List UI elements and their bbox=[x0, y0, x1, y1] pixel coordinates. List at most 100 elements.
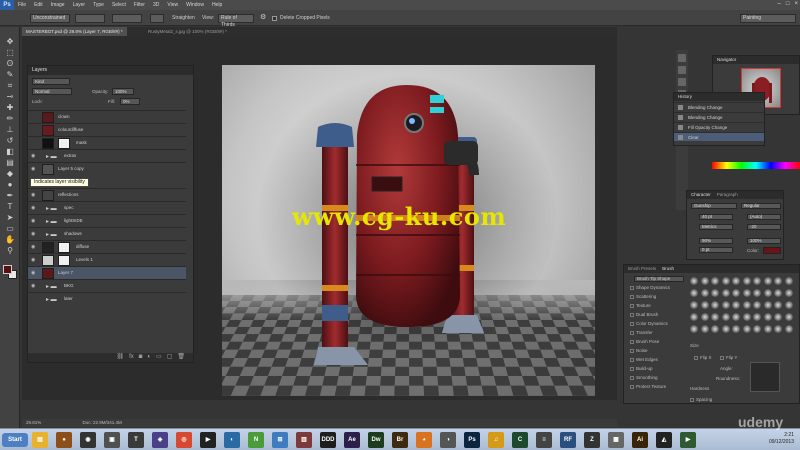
layer-row-layer-7[interactable]: ◉ Layer 7 bbox=[28, 266, 186, 279]
eye-icon[interactable]: ◉ bbox=[31, 153, 37, 159]
color-spectrum[interactable] bbox=[712, 162, 800, 169]
brush-option-protect-texture[interactable]: Protect Texture bbox=[630, 384, 666, 389]
taskbar-app-app28-icon[interactable]: ▶ bbox=[680, 432, 696, 448]
layer-row-later[interactable]: ▸ ▬ later bbox=[28, 292, 186, 305]
tab-character[interactable]: Character bbox=[691, 191, 711, 199]
font-family-select[interactable]: Gunship bbox=[691, 203, 737, 209]
brush-option-build-up[interactable]: Build-up bbox=[630, 366, 653, 371]
history-item[interactable]: Fill Opacity Change bbox=[674, 122, 764, 131]
minimize-button[interactable]: – bbox=[778, 1, 781, 7]
taskbar-app-app6-icon[interactable]: ◈ bbox=[152, 432, 168, 448]
hand-tool-icon[interactable]: ✋ bbox=[5, 235, 15, 245]
gear-icon[interactable]: ⚙ bbox=[260, 13, 266, 21]
brush-tip[interactable] bbox=[774, 313, 782, 321]
brush-tip[interactable] bbox=[784, 289, 793, 297]
brush-tip[interactable] bbox=[763, 301, 772, 309]
layer-row-lightside[interactable]: ◉ ▸ ▬ lightSIDE bbox=[28, 214, 186, 227]
layer-row-levels-1[interactable]: ◉ Levels 1 bbox=[28, 253, 186, 266]
taskbar-app-recorder-icon[interactable]: ◉ bbox=[80, 432, 96, 448]
link-icon[interactable]: ⛓ bbox=[116, 353, 124, 362]
folder-icon[interactable]: ▸ ▬ bbox=[46, 231, 57, 238]
trash-icon[interactable]: 🗑 bbox=[177, 353, 185, 362]
brush-tip[interactable] bbox=[721, 277, 730, 285]
path-select-tool-icon[interactable]: ➤ bbox=[5, 213, 15, 223]
taskbar-app-app25-icon[interactable]: ▩ bbox=[608, 432, 624, 448]
taskbar-app-photoshop-icon[interactable]: Ps bbox=[464, 432, 480, 448]
menu-item-help[interactable]: Help bbox=[208, 2, 226, 8]
quick-select-tool-icon[interactable]: ✎ bbox=[5, 70, 15, 80]
brush-tip[interactable] bbox=[721, 325, 730, 333]
close-button[interactable]: × bbox=[794, 1, 798, 7]
taskbar-app-illustrator-icon[interactable]: Ai bbox=[632, 432, 648, 448]
brush-tip-grid[interactable] bbox=[690, 277, 796, 337]
history-item[interactable]: Blending Change bbox=[674, 102, 764, 111]
font-style-select[interactable]: Regular bbox=[741, 203, 781, 209]
history-item[interactable]: Clear bbox=[674, 132, 764, 141]
layer-row-shadows[interactable]: ◉ ▸ ▬ shadows bbox=[28, 227, 186, 240]
brush-tip[interactable] bbox=[753, 313, 761, 321]
layer-row-colourdiffuse[interactable]: colourdiffuse bbox=[28, 123, 186, 136]
folder-icon[interactable]: ▸ ▬ bbox=[46, 218, 57, 225]
menu-item-window[interactable]: Window bbox=[182, 2, 208, 8]
taskbar-app-app5-icon[interactable]: T bbox=[128, 432, 144, 448]
menu-item-type[interactable]: Type bbox=[89, 2, 108, 8]
tracking-field[interactable]: -20 bbox=[747, 224, 781, 230]
folder-icon[interactable]: ▸ ▬ bbox=[46, 205, 57, 212]
eraser-tool-icon[interactable]: ◧ bbox=[5, 147, 15, 157]
eye-icon[interactable] bbox=[31, 114, 37, 119]
brush-tip[interactable] bbox=[700, 325, 709, 333]
taskbar-app-firefox-icon[interactable]: ◕ bbox=[416, 432, 432, 448]
folder-icon[interactable]: ▸ ▬ bbox=[46, 153, 57, 160]
brush-tip[interactable] bbox=[711, 313, 719, 321]
brush-tip[interactable] bbox=[784, 325, 793, 333]
menu-item-3d[interactable]: 3D bbox=[149, 2, 163, 8]
eye-icon[interactable] bbox=[31, 296, 37, 301]
layer-row-layer-5-copy[interactable]: ◉ Layer 5 copy bbox=[28, 162, 186, 175]
add-mask-icon[interactable]: ◙ bbox=[139, 353, 143, 362]
brush-tool-icon[interactable]: ✏ bbox=[5, 114, 15, 124]
taskbar-app-app9-icon[interactable]: ◐ bbox=[224, 432, 240, 448]
foreground-color-swatch[interactable] bbox=[3, 265, 12, 274]
menu-item-file[interactable]: File bbox=[14, 2, 30, 8]
spacing-checkbox[interactable]: Spacing bbox=[690, 397, 712, 402]
brush-tip[interactable] bbox=[690, 325, 698, 333]
taskbar-app-after-effects-icon[interactable]: Ae bbox=[344, 432, 360, 448]
brush-tip[interactable] bbox=[711, 277, 719, 285]
brush-option-shape-dynamics[interactable]: Shape Dynamics bbox=[630, 285, 670, 290]
blend-mode-select[interactable]: Normal bbox=[32, 88, 72, 95]
brush-tip[interactable] bbox=[753, 325, 761, 333]
brush-tip[interactable] bbox=[700, 289, 709, 297]
taskbar-app-app18-icon[interactable]: ◑ bbox=[440, 432, 456, 448]
brush-tip[interactable] bbox=[732, 289, 740, 297]
brush-tip[interactable] bbox=[753, 277, 761, 285]
gradient-tool-icon[interactable]: ▤ bbox=[5, 158, 15, 168]
document-tab-rustymetal[interactable]: RustyMetal2_s.jpg @ 100% (RGB/8#) * bbox=[144, 27, 231, 36]
taskbar-app-app8-icon[interactable]: ▶ bbox=[200, 432, 216, 448]
history-item[interactable]: Blending Change bbox=[674, 112, 764, 121]
layer-mask-thumbnail[interactable] bbox=[58, 255, 70, 266]
tab-paragraph[interactable]: Paragraph bbox=[717, 191, 738, 199]
straighten-label[interactable]: Straighten bbox=[172, 15, 195, 21]
crop-height-field[interactable] bbox=[112, 14, 142, 23]
brush-angle-preview[interactable] bbox=[750, 362, 780, 392]
brush-tip[interactable] bbox=[742, 313, 751, 321]
start-button[interactable]: Start bbox=[2, 433, 28, 447]
pen-tool-icon[interactable]: ✒ bbox=[5, 191, 15, 201]
crop-tool-icon[interactable]: ⌗ bbox=[5, 81, 15, 91]
taskbar-app-zbrush-icon[interactable]: Z bbox=[584, 432, 600, 448]
brush-tip[interactable] bbox=[721, 313, 730, 321]
menu-item-layer[interactable]: Layer bbox=[69, 2, 90, 8]
brush-tip[interactable] bbox=[732, 301, 740, 309]
history-brush-tool-icon[interactable]: ↺ bbox=[5, 136, 15, 146]
taskbar-app-media-icon[interactable]: ● bbox=[56, 432, 72, 448]
brush-tip[interactable] bbox=[690, 301, 698, 309]
brush-tip[interactable] bbox=[700, 277, 709, 285]
brush-tip[interactable] bbox=[690, 313, 698, 321]
brush-option-transfer[interactable]: Transfer bbox=[630, 330, 653, 335]
clone-stamp-tool-icon[interactable]: ⊥ bbox=[5, 125, 15, 135]
eye-icon[interactable]: ◉ bbox=[31, 205, 37, 211]
eye-icon[interactable]: ◉ bbox=[31, 257, 37, 263]
text-color-swatch[interactable] bbox=[763, 247, 781, 254]
eye-icon[interactable]: ◉ bbox=[31, 166, 37, 172]
horizontal-scale-field[interactable]: 100% bbox=[747, 238, 781, 244]
